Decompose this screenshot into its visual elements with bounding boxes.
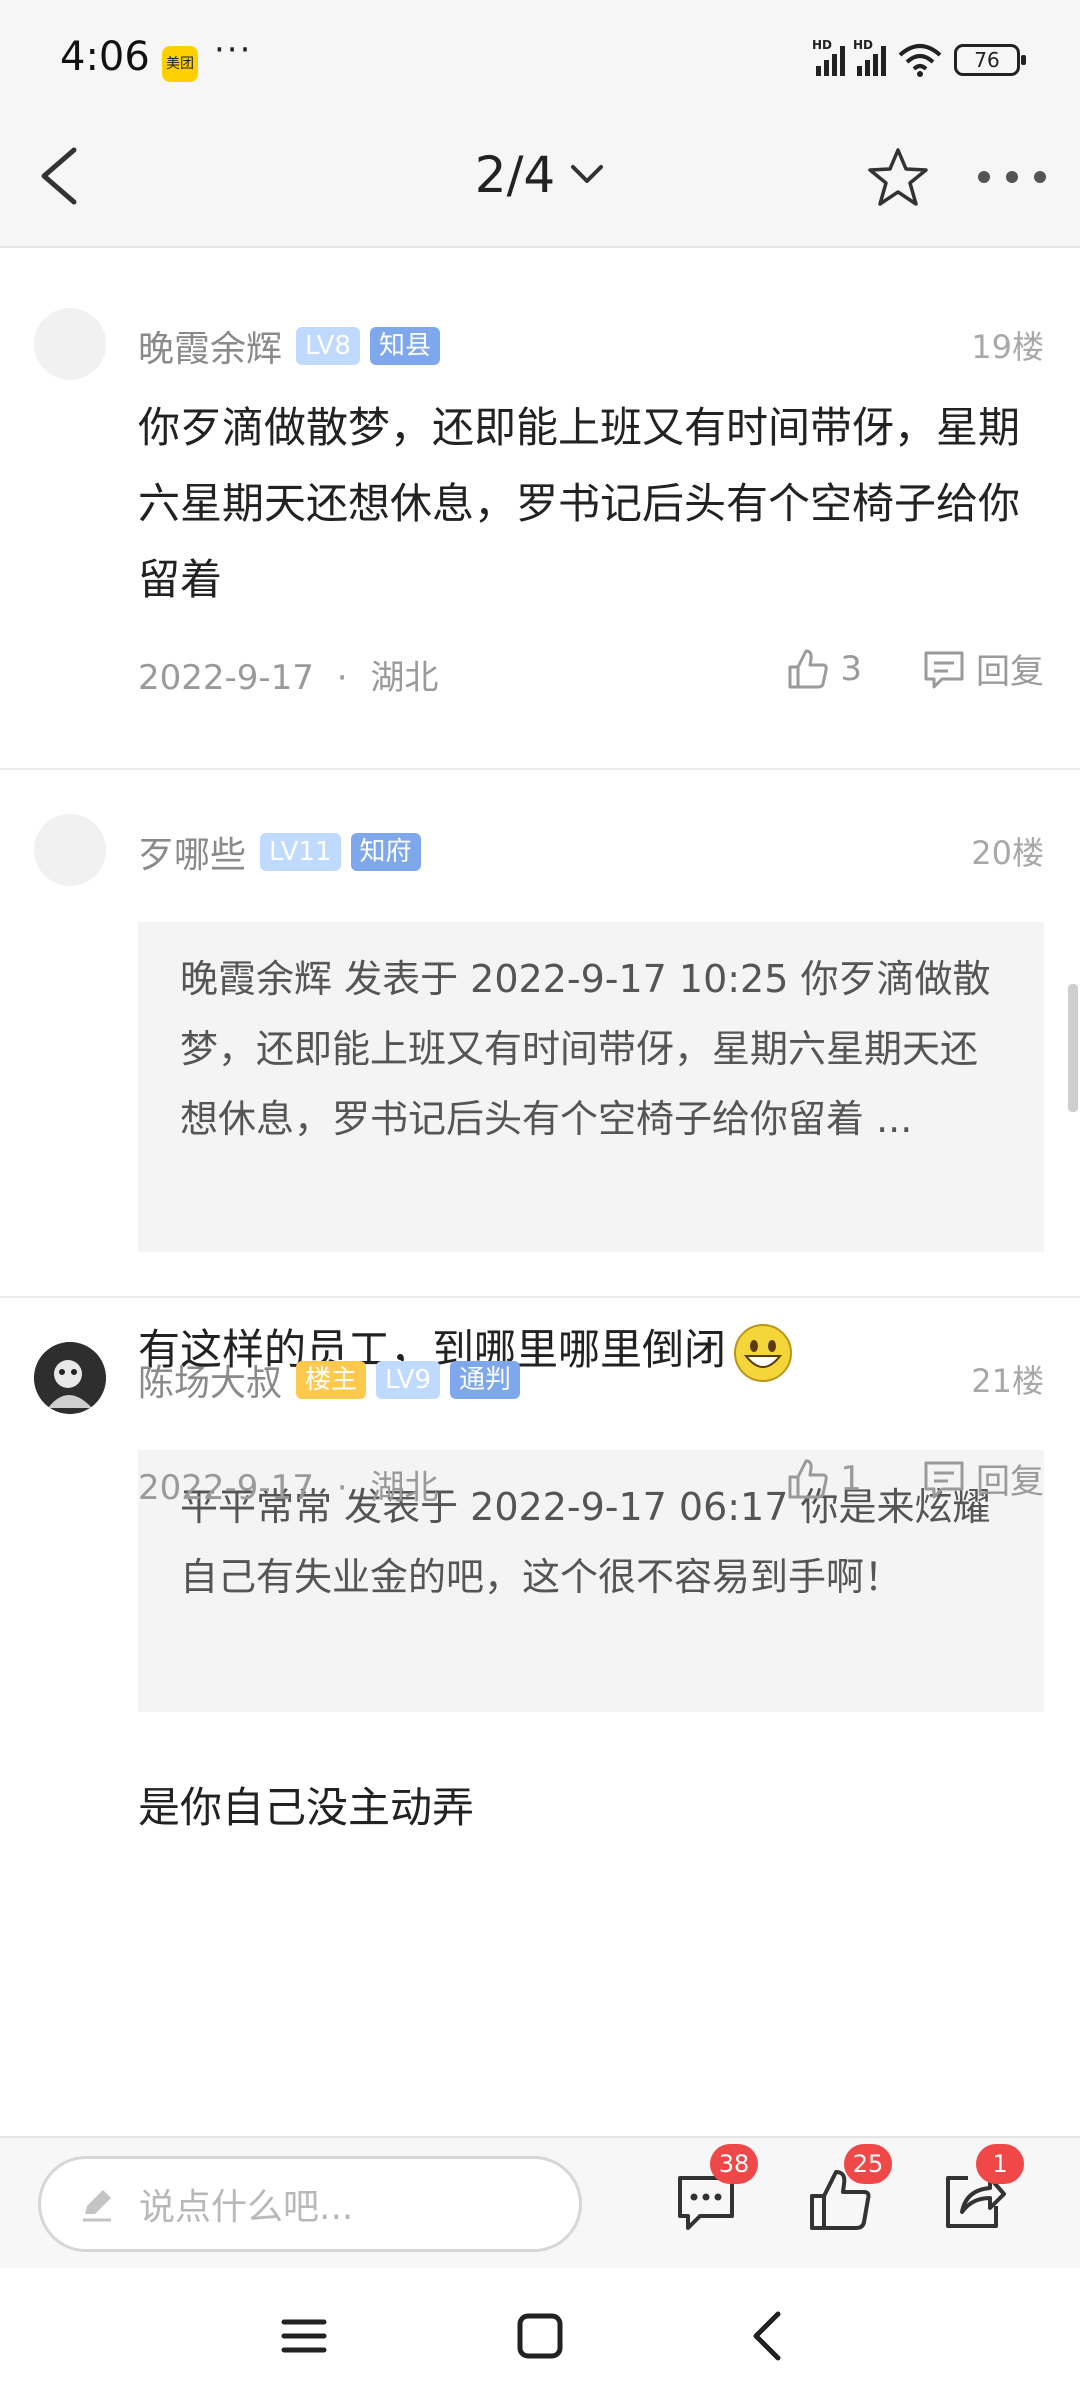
meituan-app-icon: 美团 [162, 46, 198, 82]
status-more-dots: ··· [214, 30, 253, 70]
reply-label: 回复 [976, 652, 1044, 692]
floor-number: 20楼 [971, 834, 1044, 872]
thumbs-up-icon [788, 1459, 829, 1498]
reply-bubble-icon [924, 1461, 964, 1498]
user-photo-icon [34, 1342, 106, 1414]
quoted-comment[interactable]: 晚霞余辉 发表于 2022-9-17 10:25 你歹滴做散梦，还即能上班又有时… [138, 922, 1044, 1252]
comment-item: 陈场大叔 楼主 LV9 通判 21楼 平平常常 发表于 2022-9-17 06… [0, 1298, 1080, 2136]
battery-icon: 76 [954, 44, 1026, 76]
username[interactable]: 陈场大叔 [138, 1354, 282, 1406]
username[interactable]: 歹哪些 [138, 826, 246, 878]
chevron-down-icon[interactable] [569, 163, 605, 187]
comment-actions: 1 回复 [786, 1454, 1044, 1503]
system-nav-bar [0, 2268, 1080, 2400]
avatar[interactable] [34, 814, 106, 886]
reply-label: 回复 [976, 1462, 1044, 1502]
bottom-action-bar: 说点什么吧... 38 25 1 [0, 2136, 1080, 2268]
like-count: 3 [840, 648, 862, 689]
comment-item: 歹哪些 LV11 知府 20楼 晚霞余辉 发表于 2022-9-17 10:25… [0, 770, 1080, 1382]
status-bar: 4:06 美团 ··· HD HD 76 [0, 0, 1080, 104]
hd-signal-icon: HD [812, 38, 845, 76]
comment-location: 湖北 [370, 658, 439, 698]
reply-button[interactable]: 回复 [922, 644, 1044, 693]
comment-list[interactable]: 晚霞余辉 LV8 知县 19楼 你歹滴做散梦，还即能上班又有时间带伢，星期六星期… [0, 260, 1080, 2136]
meta-separator: · [336, 658, 348, 698]
reply-bubble-icon [924, 651, 964, 688]
level-badge: LV11 [260, 833, 341, 871]
pencil-icon [83, 2190, 111, 2222]
scrollbar-thumb[interactable] [1068, 984, 1078, 1112]
avatar[interactable] [34, 1342, 106, 1414]
rank-badge: 知府 [350, 833, 421, 871]
meta-separator: · [336, 1468, 348, 1508]
like-count: 1 [840, 1458, 862, 1499]
reply-button[interactable]: 回复 [922, 1454, 1044, 1503]
more-dots-icon[interactable] [976, 162, 1048, 192]
user-row: 歹哪些 LV11 知府 [138, 826, 421, 878]
comment-input[interactable]: 说点什么吧... [38, 2156, 582, 2252]
hd-signal-icon: HD [853, 38, 886, 76]
comment-text: 是你自己没主动弄 [138, 1783, 475, 1832]
page-indicator[interactable]: 2/4 [475, 146, 555, 204]
level-badge: LV8 [296, 327, 360, 365]
shares-count-badge: 1 [976, 2144, 1024, 2184]
home-square-icon[interactable] [512, 2308, 568, 2364]
user-row: 陈场大叔 楼主 LV9 通判 [138, 1354, 521, 1406]
rank-badge: 通判 [450, 1361, 521, 1399]
status-right-group: HD HD 76 [812, 38, 1026, 80]
comment-actions: 3 回复 [786, 644, 1044, 693]
comment-date: 2022-9-17 [138, 1468, 314, 1508]
star-icon[interactable] [866, 146, 930, 210]
like-button[interactable]: 3 [786, 647, 862, 691]
user-row: 晚霞余辉 LV8 知县 [138, 320, 440, 372]
floor-number: 21楼 [971, 1362, 1044, 1400]
comment-meta: 2022-9-17 · 湖北 [138, 650, 438, 699]
thumbs-up-icon [788, 649, 829, 688]
wifi-icon [898, 44, 942, 77]
host-badge: 楼主 [296, 1361, 367, 1399]
top-nav-bar: 2/4 [0, 104, 1080, 248]
avatar[interactable] [34, 308, 106, 380]
level-badge: LV9 [376, 1361, 440, 1399]
comment-text: 你歹滴做散梦，还即能上班又有时间带伢，星期六星期天还想休息，罗书记后头有个空椅子… [138, 403, 1021, 604]
comment-input-placeholder: 说点什么吧... [139, 2187, 354, 2228]
system-back-icon[interactable] [740, 2308, 796, 2364]
menu-icon[interactable] [276, 2308, 332, 2364]
likes-count-badge: 25 [844, 2144, 892, 2184]
comment-item: 晚霞余辉 LV8 知县 19楼 你歹滴做散梦，还即能上班又有时间带伢，星期六星期… [0, 260, 1080, 770]
comment-location: 湖北 [370, 1468, 439, 1508]
like-button[interactable]: 1 [786, 1457, 862, 1501]
like-post-button[interactable]: 25 [806, 2144, 892, 2236]
share-button[interactable]: 1 [938, 2144, 1024, 2236]
comment-date: 2022-9-17 [138, 658, 314, 698]
username[interactable]: 晚霞余辉 [138, 320, 282, 372]
comments-button[interactable]: 38 [672, 2144, 758, 2236]
rank-badge: 知县 [369, 327, 440, 365]
comment-meta: 2022-9-17 · 湖北 [138, 1460, 438, 1509]
floor-number: 19楼 [971, 328, 1044, 366]
comments-count-badge: 38 [710, 2144, 758, 2184]
status-time: 4:06 [60, 34, 150, 80]
